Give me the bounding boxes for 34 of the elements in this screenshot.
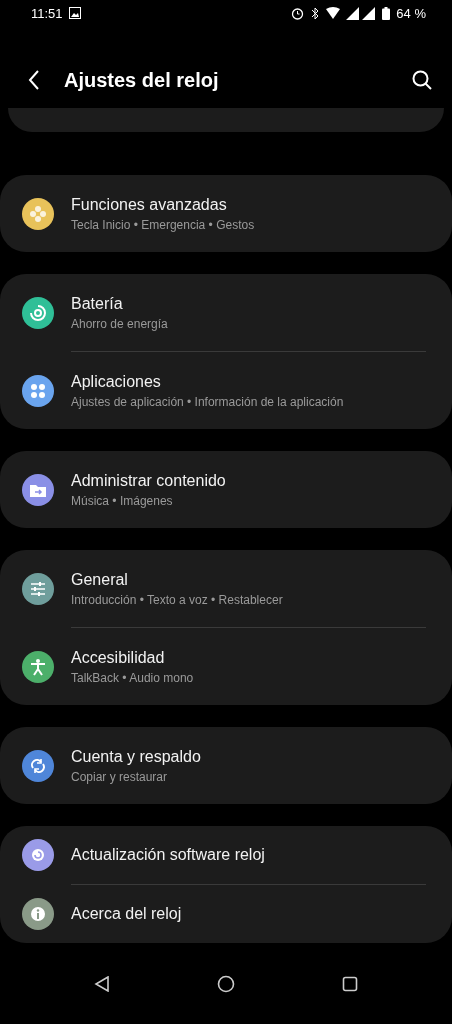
item-subtitle: Introducción • Texto a voz • Restablecer: [71, 592, 283, 607]
item-title: Administrar contenido: [71, 471, 226, 490]
item-subtitle: Copiar y restaurar: [71, 769, 169, 784]
settings-item[interactable]: Administrar contenido Música • Imágenes: [0, 451, 452, 528]
battery-percent: 64 %: [396, 5, 426, 21]
item-title: Actualización software reloj: [71, 846, 265, 864]
image-icon: [68, 7, 81, 19]
item-subtitle: Música • Imágenes: [71, 493, 174, 508]
settings-item[interactable]: Cuenta y respaldo Copiar y restaurar: [0, 727, 452, 804]
page-title: Ajustes del reloj: [64, 68, 220, 92]
item-title: General: [71, 570, 129, 589]
item-title: Acerca del reloj: [71, 905, 182, 923]
bluetooth-icon: [310, 6, 321, 20]
item-title: Accesibilidad: [71, 648, 166, 667]
settings-item[interactable]: Batería Ahorro de energía: [0, 274, 452, 351]
item-title: Funciones avanzadas: [71, 195, 228, 214]
item-subtitle: Ajustes de aplicación • Información de la aplicación: [71, 394, 344, 409]
item-title: Cuenta y respaldo: [71, 747, 201, 766]
status-time: 11:51: [31, 5, 63, 21]
settings-item[interactable]: Aplicaciones Ajustes de aplicación • Información de la aplicación: [0, 352, 452, 429]
settings-item[interactable]: Actualización software reloj: [0, 826, 452, 884]
item-subtitle: TalkBack • Audio mono: [71, 670, 194, 685]
item-subtitle: Ahorro de energía: [71, 316, 168, 331]
item-subtitle: Tecla Inicio • Emergencia • Gestos: [71, 217, 255, 232]
wifi-icon: [326, 7, 341, 19]
signal-icon: [346, 6, 377, 20]
settings-item[interactable]: Acerca del reloj: [0, 885, 452, 943]
settings-item[interactable]: Funciones avanzadas Tecla Inicio • Emergencia • Gestos: [0, 175, 452, 252]
item-title: Batería: [71, 294, 124, 313]
settings-item[interactable]: General Introducción • Texto a voz • Restablecer: [0, 550, 452, 627]
alarm-icon: [291, 6, 305, 20]
battery-icon: [382, 6, 391, 20]
item-title: Aplicaciones: [71, 372, 162, 391]
settings-item[interactable]: Accesibilidad TalkBack • Audio mono: [0, 628, 452, 705]
